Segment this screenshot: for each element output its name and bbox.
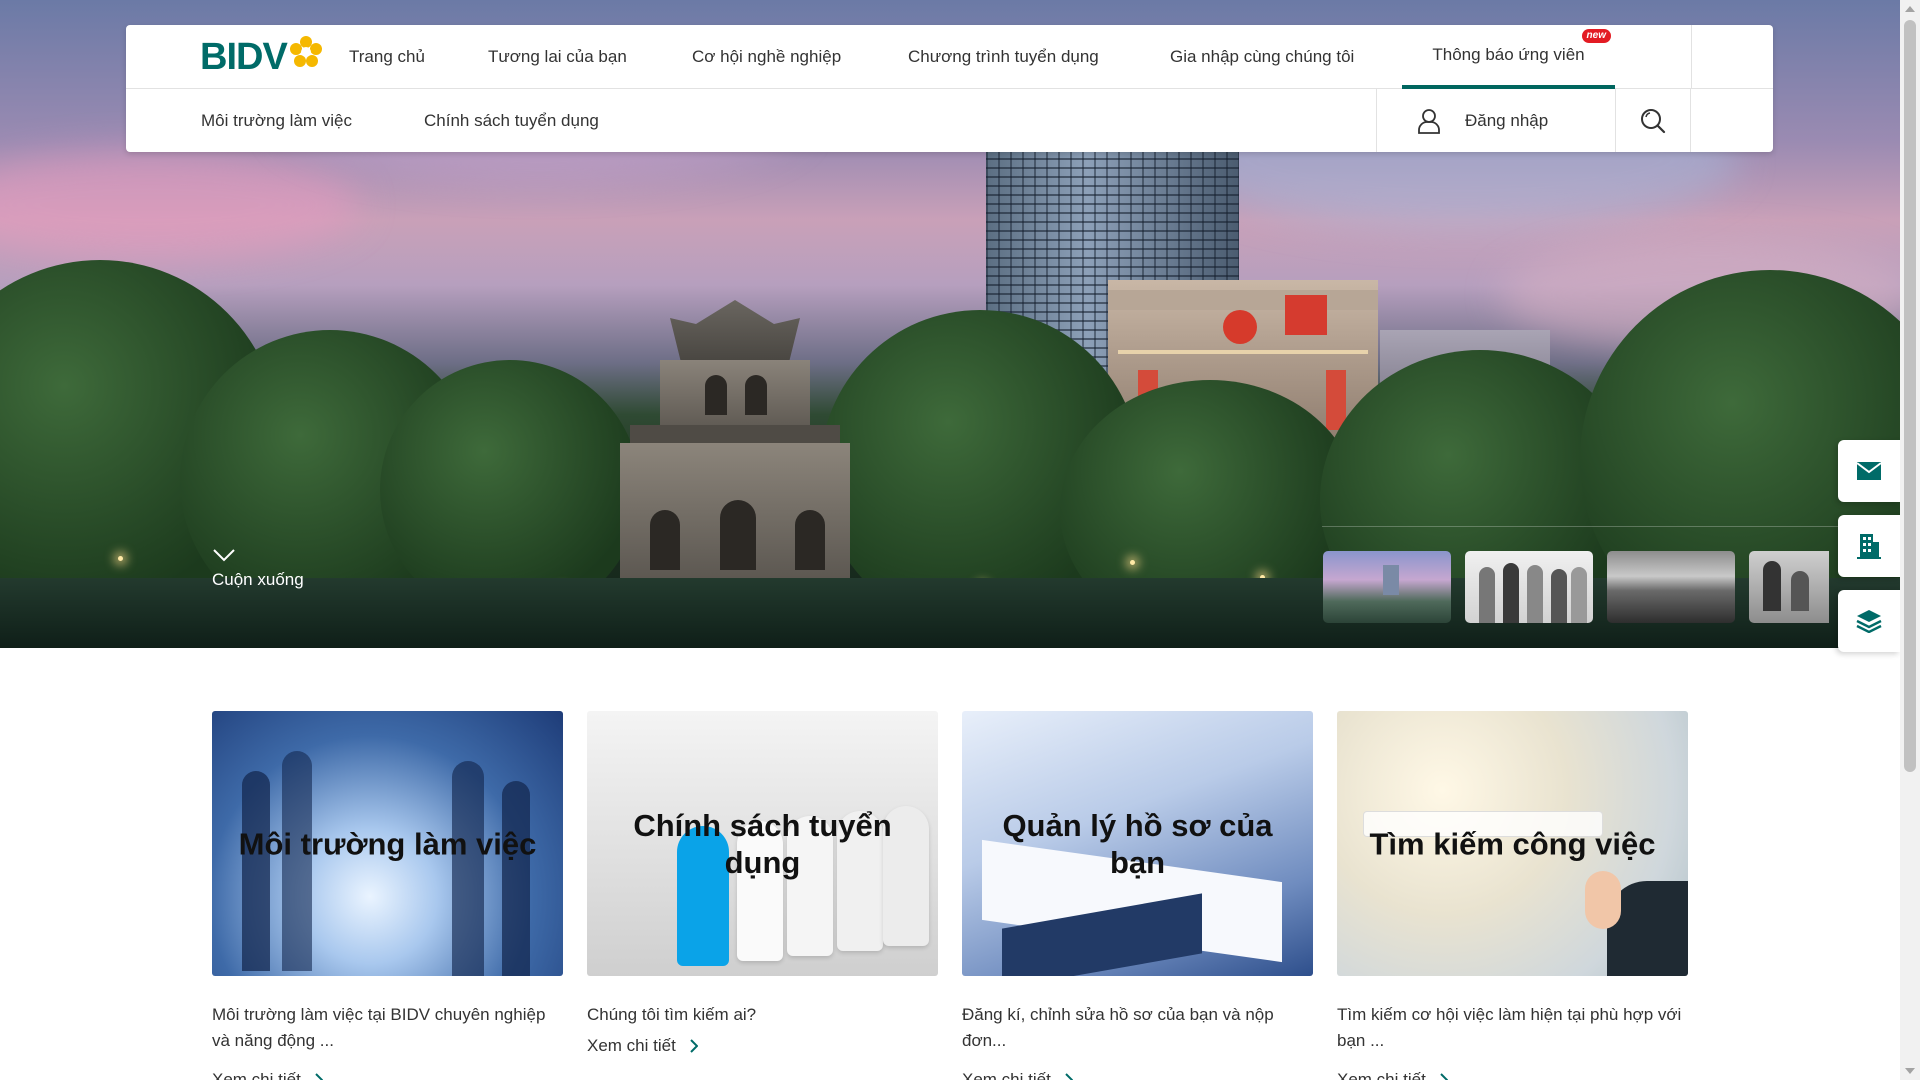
card-manage-profile-description: Đăng kí, chỉnh sửa hồ sơ của bạn và nộp … xyxy=(962,1005,1274,1050)
scroll-up-arrow-icon[interactable] xyxy=(1905,6,1915,12)
card-work-environment-image[interactable]: Môi trường làm việc xyxy=(212,711,563,976)
nav-career-opportunities[interactable]: Cơ hội nghề nghiệp xyxy=(692,25,841,89)
thumbnail-lake-city[interactable] xyxy=(1323,551,1451,623)
thumbnail-divider xyxy=(1322,526,1842,527)
scroll-down-button[interactable]: Cuộn xuống xyxy=(212,548,304,590)
nav-join-us[interactable]: Gia nhập cùng chúng tôi xyxy=(1170,25,1354,89)
new-badge: new xyxy=(1581,29,1611,43)
mail-icon xyxy=(1856,462,1882,480)
user-icon xyxy=(1418,108,1440,134)
login-button[interactable]: Đăng nhập xyxy=(1376,89,1616,152)
page: BIDV Trang chủ Tương lai của bạn Cơ hội … xyxy=(0,0,1920,1080)
card-job-search-link-label: Xem chi tiết xyxy=(1337,1070,1426,1080)
nav-candidate-notices-label: Thông báo ứng viên xyxy=(1432,45,1585,64)
chevron-down-icon xyxy=(213,549,235,562)
layers-icon xyxy=(1856,610,1882,633)
sky-cloud xyxy=(0,150,360,260)
card-manage-profile-link[interactable]: Xem chi tiết xyxy=(962,1070,1073,1080)
lamp-light xyxy=(118,556,123,561)
card-manage-profile-link-label: Xem chi tiết xyxy=(962,1070,1051,1080)
card-manage-profile: Quản lý hồ sơ của bạn Đăng kí, chỉnh sửa… xyxy=(962,711,1313,1080)
card-recruitment-policy-title: Chính sách tuyển dụng xyxy=(633,807,892,880)
search-icon xyxy=(1641,108,1666,133)
lamp-light xyxy=(1130,560,1135,565)
logo-text: BIDV xyxy=(200,35,288,78)
side-layers-button[interactable] xyxy=(1838,590,1900,652)
subnav-work-environment[interactable]: Môi trường làm việc xyxy=(201,89,352,152)
thumbnail-landscape[interactable] xyxy=(1607,551,1735,623)
card-manage-profile-title: Quản lý hồ sơ của bạn xyxy=(1002,807,1273,880)
turtle-tower xyxy=(610,300,860,620)
chevron-right-icon xyxy=(1440,1073,1448,1080)
card-job-search-description: Tìm kiếm cơ hội việc làm hiện tại phù hợ… xyxy=(1337,1005,1682,1050)
side-contact-button[interactable] xyxy=(1838,440,1900,502)
card-job-search-link[interactable]: Xem chi tiết xyxy=(1337,1070,1448,1080)
card-job-search-title: Tìm kiếm công việc xyxy=(1369,826,1656,861)
subnav-recruitment-policy[interactable]: Chính sách tuyển dụng xyxy=(424,89,599,152)
card-manage-profile-image[interactable]: Quản lý hồ sơ của bạn xyxy=(962,711,1313,976)
scroll-down-label: Cuộn xuống xyxy=(212,570,304,589)
card-job-search-image[interactable]: Tìm kiếm công việc xyxy=(1337,711,1688,976)
thumbnail-meeting[interactable] xyxy=(1749,551,1829,623)
nav-your-future[interactable]: Tương lai của bạn xyxy=(488,25,627,89)
bidv-logo[interactable]: BIDV xyxy=(200,35,323,79)
side-branch-button[interactable] xyxy=(1838,515,1900,577)
chevron-right-icon xyxy=(690,1039,698,1053)
login-label: Đăng nhập xyxy=(1465,110,1549,130)
card-work-environment-description: Môi trường làm việc tại BIDV chuyên nghi… xyxy=(212,1005,546,1050)
search-button[interactable] xyxy=(1615,89,1691,152)
page-scrollbar[interactable] xyxy=(1900,0,1920,1080)
chevron-right-icon xyxy=(1065,1073,1073,1080)
nav-candidate-notices[interactable]: Thông báo ứng viên new xyxy=(1402,25,1615,89)
card-recruitment-policy: Chính sách tuyển dụng Chúng tôi tìm kiếm… xyxy=(587,711,938,1056)
card-work-environment-link-label: Xem chi tiết xyxy=(212,1070,301,1080)
card-work-environment: Môi trường làm việc Môi trường làm việc … xyxy=(212,711,563,1080)
card-recruitment-policy-description: Chúng tôi tìm kiếm ai? xyxy=(587,1005,757,1024)
card-recruitment-policy-image[interactable]: Chính sách tuyển dụng xyxy=(587,711,938,976)
card-recruitment-policy-link-label: Xem chi tiết xyxy=(587,1036,676,1055)
logo-flower-icon xyxy=(289,36,322,67)
nav-recruitment-programs[interactable]: Chương trình tuyển dụng xyxy=(908,25,1099,89)
scroll-down-arrow-icon[interactable] xyxy=(1905,1068,1915,1074)
flag xyxy=(1285,295,1327,335)
card-recruitment-policy-link[interactable]: Xem chi tiết xyxy=(587,1036,698,1056)
card-job-search: Tìm kiếm công việc Tìm kiếm cơ hội việc … xyxy=(1337,711,1688,1080)
main-navigation: BIDV Trang chủ Tương lai của bạn Cơ hội … xyxy=(126,25,1773,152)
nav-home[interactable]: Trang chủ xyxy=(349,25,425,89)
scrollbar-thumb[interactable] xyxy=(1904,20,1916,772)
nav-divider xyxy=(1691,25,1692,89)
card-work-environment-link[interactable]: Xem chi tiết xyxy=(212,1070,323,1080)
chevron-right-icon xyxy=(315,1073,323,1080)
card-work-environment-title: Môi trường làm việc xyxy=(238,826,537,861)
thumbnail-team[interactable] xyxy=(1465,551,1593,623)
building-icon xyxy=(1857,534,1881,559)
